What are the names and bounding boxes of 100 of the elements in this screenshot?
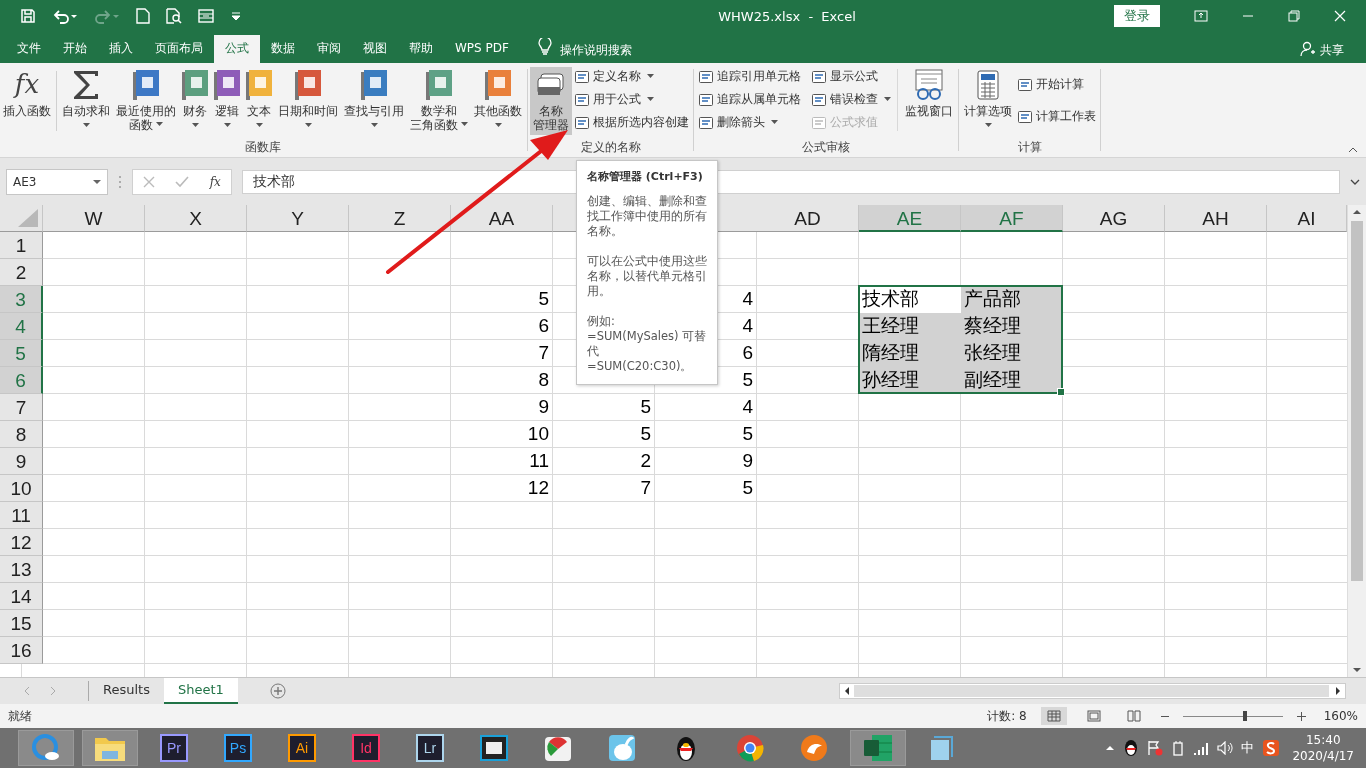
ribbon-small-button[interactable]: 删除箭头 (696, 112, 803, 133)
ribbon-tab[interactable]: 帮助 (398, 34, 444, 63)
flag-error-icon[interactable] (1147, 740, 1164, 757)
new-document-icon[interactable] (136, 8, 150, 25)
ribbon-button[interactable]: 逻辑 (211, 66, 243, 135)
row-header[interactable]: 14 (0, 583, 43, 611)
clock-date[interactable]: 2020/4/17 (1292, 748, 1354, 765)
taskbar-app[interactable]: Ps (210, 730, 266, 767)
scroll-left-icon[interactable] (844, 686, 850, 697)
ribbon-tab[interactable]: 页面布局 (144, 34, 214, 63)
tell-me-search[interactable]: 操作说明搜索 (559, 36, 632, 63)
column-header[interactable]: AE (859, 205, 961, 233)
group-label: 函数库 (243, 138, 282, 156)
form-icon[interactable] (198, 8, 214, 25)
row-header[interactable]: 6 (0, 367, 43, 395)
ribbon-tab[interactable]: 数据 (260, 34, 306, 63)
ribbon-button[interactable]: 文本 (243, 66, 275, 135)
ribbon-button[interactable]: 计算选项 (961, 66, 1015, 135)
ribbon-small-button[interactable]: 定义名称 (572, 66, 691, 87)
dropdown-caret-icon[interactable] (93, 179, 101, 184)
name-box[interactable]: AE3 (6, 168, 108, 195)
row-header[interactable]: 12 (0, 529, 43, 557)
ribbon-button[interactable]: 财务 (179, 66, 211, 135)
column-header[interactable]: AF (961, 205, 1063, 233)
taskbar-app[interactable]: Ai (274, 730, 330, 767)
ribbon-small-button[interactable]: 追踪引用单元格 (696, 66, 803, 87)
insert-function-button[interactable]: fx (209, 174, 221, 189)
clock-time[interactable]: 15:40 (1305, 732, 1341, 749)
row-header[interactable]: 15 (0, 610, 43, 638)
close-icon[interactable] (1334, 10, 1346, 23)
fill-handle[interactable] (1057, 388, 1065, 397)
ribbon-small-button[interactable]: 错误检查 (809, 89, 893, 110)
person-icon[interactable] (1300, 40, 1316, 57)
row-header[interactable]: 4 (0, 313, 43, 341)
row-header[interactable]: 2 (0, 259, 43, 287)
ribbon-button[interactable]: 数学和 三角函数 (407, 66, 471, 135)
penguin-tray-icon[interactable] (1123, 739, 1140, 758)
row-header[interactable]: 9 (0, 448, 43, 476)
row-header[interactable]: 10 (0, 475, 43, 503)
ribbon-small-button[interactable]: 开始计算 (1015, 74, 1098, 95)
customize-caret-icon[interactable] (230, 11, 242, 22)
ribbon-tab[interactable]: WPS PDF (444, 34, 520, 63)
add-sheet-icon[interactable] (269, 683, 286, 700)
ribbon-tab[interactable]: 审阅 (306, 34, 352, 63)
print-preview-icon[interactable] (166, 8, 182, 25)
ribbon-button[interactable]: 最近使用的 函数 (113, 66, 179, 135)
ribbon-button[interactable]: 日期和时间 (275, 66, 341, 135)
ribbon-small-button[interactable]: 用于公式 (572, 89, 691, 110)
ribbon-small-button[interactable]: 根据所选内容创建 (572, 112, 691, 133)
row-header[interactable]: 8 (0, 421, 43, 449)
ribbon-small-button[interactable]: 显示公式 (809, 66, 893, 87)
lightbulb-icon[interactable] (537, 37, 552, 56)
ribbon-tab[interactable]: 公式 (214, 34, 260, 63)
taskbar-app[interactable]: Id (338, 730, 394, 767)
row-header[interactable]: 13 (0, 556, 43, 584)
ribbon-button[interactable]: 名称 管理器 (530, 66, 572, 135)
row-header[interactable]: 11 (0, 502, 43, 530)
save-icon[interactable] (20, 8, 36, 25)
taskbar-app[interactable]: Lr (402, 730, 458, 767)
ribbon-small-button[interactable]: 计算工作表 (1015, 106, 1098, 127)
enter-checkmark-icon[interactable] (175, 175, 190, 188)
ribbon-tab[interactable]: 视图 (352, 34, 398, 63)
taskbar-app[interactable]: Pr (146, 730, 202, 767)
input-method-indicator[interactable]: 中 (1241, 739, 1255, 758)
ribbon-button[interactable]: 查找与引用 (341, 66, 407, 135)
volume-icon[interactable] (1217, 741, 1234, 756)
battery-plug-icon[interactable] (1171, 740, 1186, 757)
sogou-icon[interactable] (1262, 739, 1281, 758)
restore-icon[interactable] (1288, 10, 1300, 23)
scroll-down-icon[interactable] (1352, 667, 1362, 674)
collapse-ribbon-icon[interactable] (1348, 146, 1358, 153)
horizontal-scrollbar[interactable] (839, 683, 1346, 700)
ribbon-button[interactable]: 监视窗口 (902, 66, 956, 135)
row-header[interactable]: 7 (0, 394, 43, 422)
ribbon-tab[interactable]: 开始 (52, 34, 98, 63)
sheet-tab[interactable]: Sheet1 (163, 678, 238, 705)
row-header[interactable]: 1 (0, 232, 43, 260)
zoom-in-icon[interactable] (1296, 711, 1306, 721)
ribbon-tab[interactable]: 文件 (6, 34, 52, 63)
ribbon-button[interactable]: fx 插入函数 (0, 66, 54, 135)
share-button[interactable]: 共享 (1320, 36, 1344, 63)
row-header[interactable]: 3 (0, 286, 43, 314)
ribbon-tab[interactable]: 插入 (98, 34, 144, 63)
ribbon-button[interactable]: 其他函数 (471, 66, 525, 135)
login-button[interactable]: 登录 (1114, 5, 1160, 28)
scroll-up-icon[interactable] (1352, 209, 1362, 216)
ribbon-small-button[interactable]: 追踪从属单元格 (696, 89, 803, 110)
ribbon-display-icon[interactable] (1194, 10, 1208, 23)
undo-icon[interactable] (52, 8, 78, 25)
vertical-scrollbar[interactable] (1347, 205, 1366, 678)
normal-view-icon[interactable] (1040, 707, 1067, 726)
show-hidden-icons-caret[interactable] (1105, 745, 1116, 752)
signal-bars-icon[interactable] (1193, 741, 1210, 756)
scroll-right-icon[interactable] (1335, 686, 1341, 697)
expand-caret-icon[interactable] (1350, 178, 1360, 185)
sheet-tab[interactable]: Results (89, 678, 164, 705)
zoom-level[interactable]: 160% (1323, 709, 1358, 724)
ribbon-button[interactable]: 自动求和 (59, 66, 113, 135)
row-header[interactable]: 16 (0, 637, 43, 665)
row-header[interactable]: 5 (0, 340, 43, 368)
